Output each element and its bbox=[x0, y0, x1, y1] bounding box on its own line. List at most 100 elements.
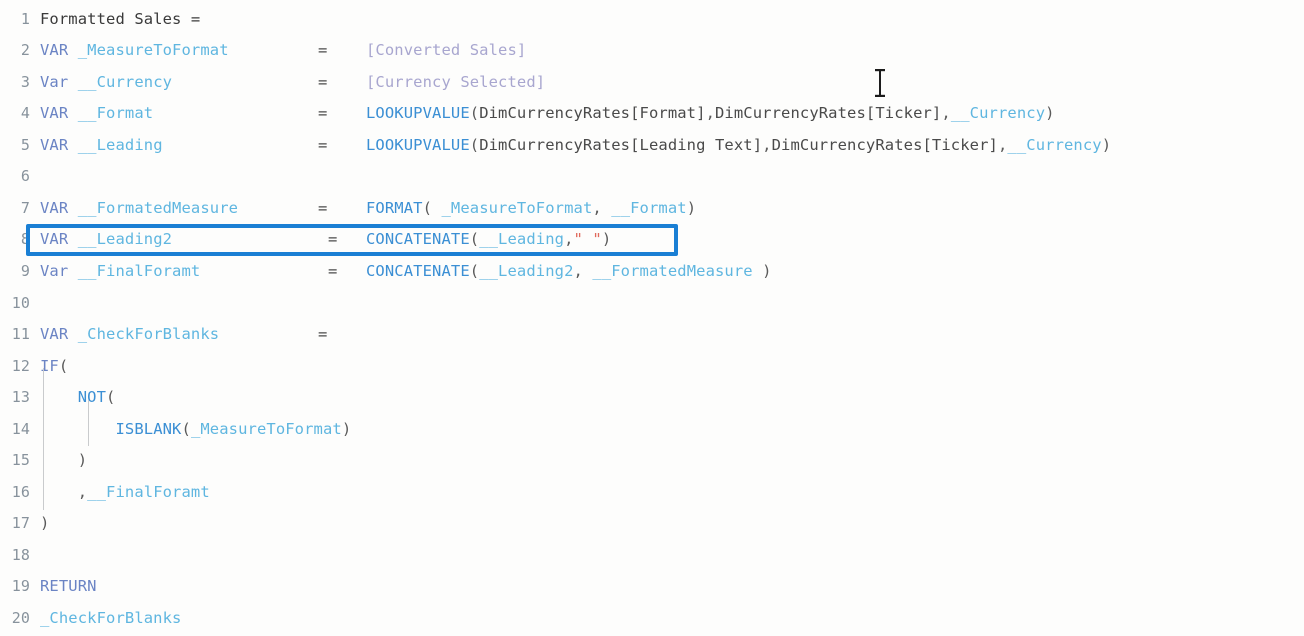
code-line-3[interactable]: 3 Var __Currency = [Currency Selected] bbox=[0, 67, 1304, 99]
code-line-content-8: VAR __Leading2 bbox=[40, 224, 172, 256]
code-expression-line-8: CONCATENATE(__Leading," ") bbox=[366, 224, 611, 256]
token: __FormatedMeasure bbox=[592, 262, 753, 280]
token: , bbox=[762, 136, 772, 154]
token: ) bbox=[1045, 104, 1055, 122]
token: ( bbox=[469, 136, 480, 154]
line-number-5: 5 bbox=[20, 136, 30, 154]
token: Var bbox=[40, 73, 78, 91]
code-line-content-7: VAR __FormatedMeasure bbox=[40, 193, 238, 225]
code-line-content-9: Var __FinalForamt bbox=[40, 256, 200, 288]
token: ) bbox=[601, 230, 612, 248]
code-line-15[interactable]: 15 ) bbox=[0, 445, 1304, 477]
token: ( bbox=[106, 388, 116, 406]
token: ( bbox=[469, 262, 480, 280]
indent-guide-1 bbox=[88, 400, 89, 446]
code-line-19[interactable]: 19 RETURN bbox=[0, 571, 1304, 603]
line-number-7: 7 bbox=[20, 199, 30, 217]
code-line-content-12: IF( bbox=[40, 351, 68, 383]
code-line-16[interactable]: 16 ,__FinalForamt bbox=[0, 477, 1304, 509]
token: __Leading bbox=[77, 136, 163, 154]
token: , bbox=[592, 199, 612, 217]
code-editor-surface[interactable]: 1 Formatted Sales = 2 VAR _MeasureToFormat =… bbox=[0, 0, 1304, 636]
line-number-8: 8 bbox=[20, 230, 30, 248]
code-line-7[interactable]: 7 VAR __FormatedMeasure = FORMAT( _MeasureT… bbox=[0, 193, 1304, 225]
code-line-6[interactable]: 6 bbox=[0, 161, 1304, 193]
line-number-11: 11 bbox=[11, 325, 30, 343]
token: _CheckForBlanks bbox=[77, 325, 220, 343]
token: __Leading bbox=[479, 230, 565, 248]
token: CONCATENATE bbox=[366, 262, 470, 280]
code-line-17[interactable]: 17) bbox=[0, 508, 1304, 540]
code-line-content-17: ) bbox=[40, 508, 49, 540]
token: [Currency Selected] bbox=[366, 73, 546, 91]
code-line-20[interactable]: 20 _CheckForBlanks bbox=[0, 603, 1304, 635]
assignment-operator-line-5: = bbox=[318, 136, 328, 154]
code-line-11[interactable]: 11 VAR _CheckForBlanks = bbox=[0, 319, 1304, 351]
dax-formula-editor-window: 1 Formatted Sales = 2 VAR _MeasureToFormat =… bbox=[0, 0, 1304, 636]
token: Formatted Sales = bbox=[40, 10, 201, 28]
assignment-operator-line-7: = bbox=[318, 199, 328, 217]
assignment-operator-line-11: = bbox=[318, 325, 328, 343]
token: VAR bbox=[40, 199, 78, 217]
line-number-1: 1 bbox=[20, 10, 30, 28]
token: ( bbox=[58, 357, 69, 375]
code-line-content-5: VAR __Leading bbox=[40, 130, 163, 162]
line-number-15: 15 bbox=[11, 451, 30, 469]
token: _MeasureToFormat bbox=[190, 420, 342, 438]
code-expression-line-2: [Converted Sales] bbox=[366, 35, 526, 67]
token: DimCurrencyRates[Ticker] bbox=[771, 136, 998, 154]
token: ( bbox=[469, 104, 480, 122]
token: VAR bbox=[40, 136, 78, 154]
code-line-content-4: VAR __Format bbox=[40, 98, 153, 130]
token: __Leading2 bbox=[479, 262, 574, 280]
assignment-operator-line-4: = bbox=[318, 104, 328, 122]
code-line-content-15: ) bbox=[40, 445, 87, 477]
code-line-13[interactable]: 13 NOT( bbox=[0, 382, 1304, 414]
token: ( bbox=[422, 199, 442, 217]
token: VAR bbox=[40, 325, 78, 343]
token: VAR bbox=[40, 41, 78, 59]
token: __Leading2 bbox=[77, 230, 173, 248]
code-expression-line-7: FORMAT( _MeasureToFormat, __Format) bbox=[366, 193, 696, 225]
code-expression-line-3: [Currency Selected] bbox=[366, 67, 545, 99]
line-number-16: 16 bbox=[11, 483, 30, 501]
line-number-9: 9 bbox=[20, 262, 30, 280]
token: __Format bbox=[611, 199, 687, 217]
code-line-2[interactable]: 2 VAR _MeasureToFormat = [Converted Sales] bbox=[0, 35, 1304, 67]
token: , bbox=[705, 104, 715, 122]
token: __FormatedMeasure bbox=[77, 199, 239, 217]
code-line-content-13: NOT( bbox=[40, 382, 116, 414]
line-number-2: 2 bbox=[20, 41, 30, 59]
line-number-13: 13 bbox=[11, 388, 30, 406]
code-line-18[interactable]: 18 bbox=[0, 540, 1304, 572]
token: _CheckForBlanks bbox=[40, 609, 182, 627]
token: ISBLANK bbox=[115, 420, 182, 438]
code-line-1[interactable]: 1 Formatted Sales = bbox=[0, 4, 1304, 36]
code-line-12[interactable]: 12 IF( bbox=[0, 351, 1304, 383]
line-number-18: 18 bbox=[11, 546, 30, 564]
code-expression-line-9: CONCATENATE(__Leading2, __FormatedMeasur… bbox=[366, 256, 772, 288]
token: ) bbox=[40, 514, 50, 532]
code-line-4[interactable]: 4 VAR __Format = LOOKUPVALUE(DimCurrencyRat… bbox=[0, 98, 1304, 130]
line-number-19: 19 bbox=[11, 577, 30, 595]
assignment-operator-line-9: = bbox=[328, 262, 338, 280]
token: , bbox=[573, 262, 593, 280]
token: NOT bbox=[77, 388, 107, 406]
token: ( bbox=[469, 230, 480, 248]
token: VAR bbox=[40, 104, 78, 122]
line-number-20: 20 bbox=[11, 609, 30, 627]
code-line-9[interactable]: 9 Var __FinalForamt = CONCATENATE(__Leading… bbox=[0, 256, 1304, 288]
code-line-content-2: VAR _MeasureToFormat bbox=[40, 35, 229, 67]
code-line-10[interactable]: 10 bbox=[0, 288, 1304, 320]
token: __Currency bbox=[1007, 136, 1102, 154]
code-line-8[interactable]: 8 VAR __Leading2 = CONCATENATE(__Leading," … bbox=[0, 224, 1304, 256]
token: CONCATENATE bbox=[366, 230, 470, 248]
code-line-14[interactable]: 14 ISBLANK(_MeasureToFormat) bbox=[0, 414, 1304, 446]
code-line-5[interactable]: 5 VAR __Leading = LOOKUPVALUE(DimCurrencyRa… bbox=[0, 130, 1304, 162]
token: DimCurrencyRates[Leading Text] bbox=[479, 136, 763, 154]
token: ) bbox=[77, 451, 88, 469]
code-line-content-11: VAR _CheckForBlanks bbox=[40, 319, 219, 351]
token: FORMAT bbox=[366, 199, 423, 217]
